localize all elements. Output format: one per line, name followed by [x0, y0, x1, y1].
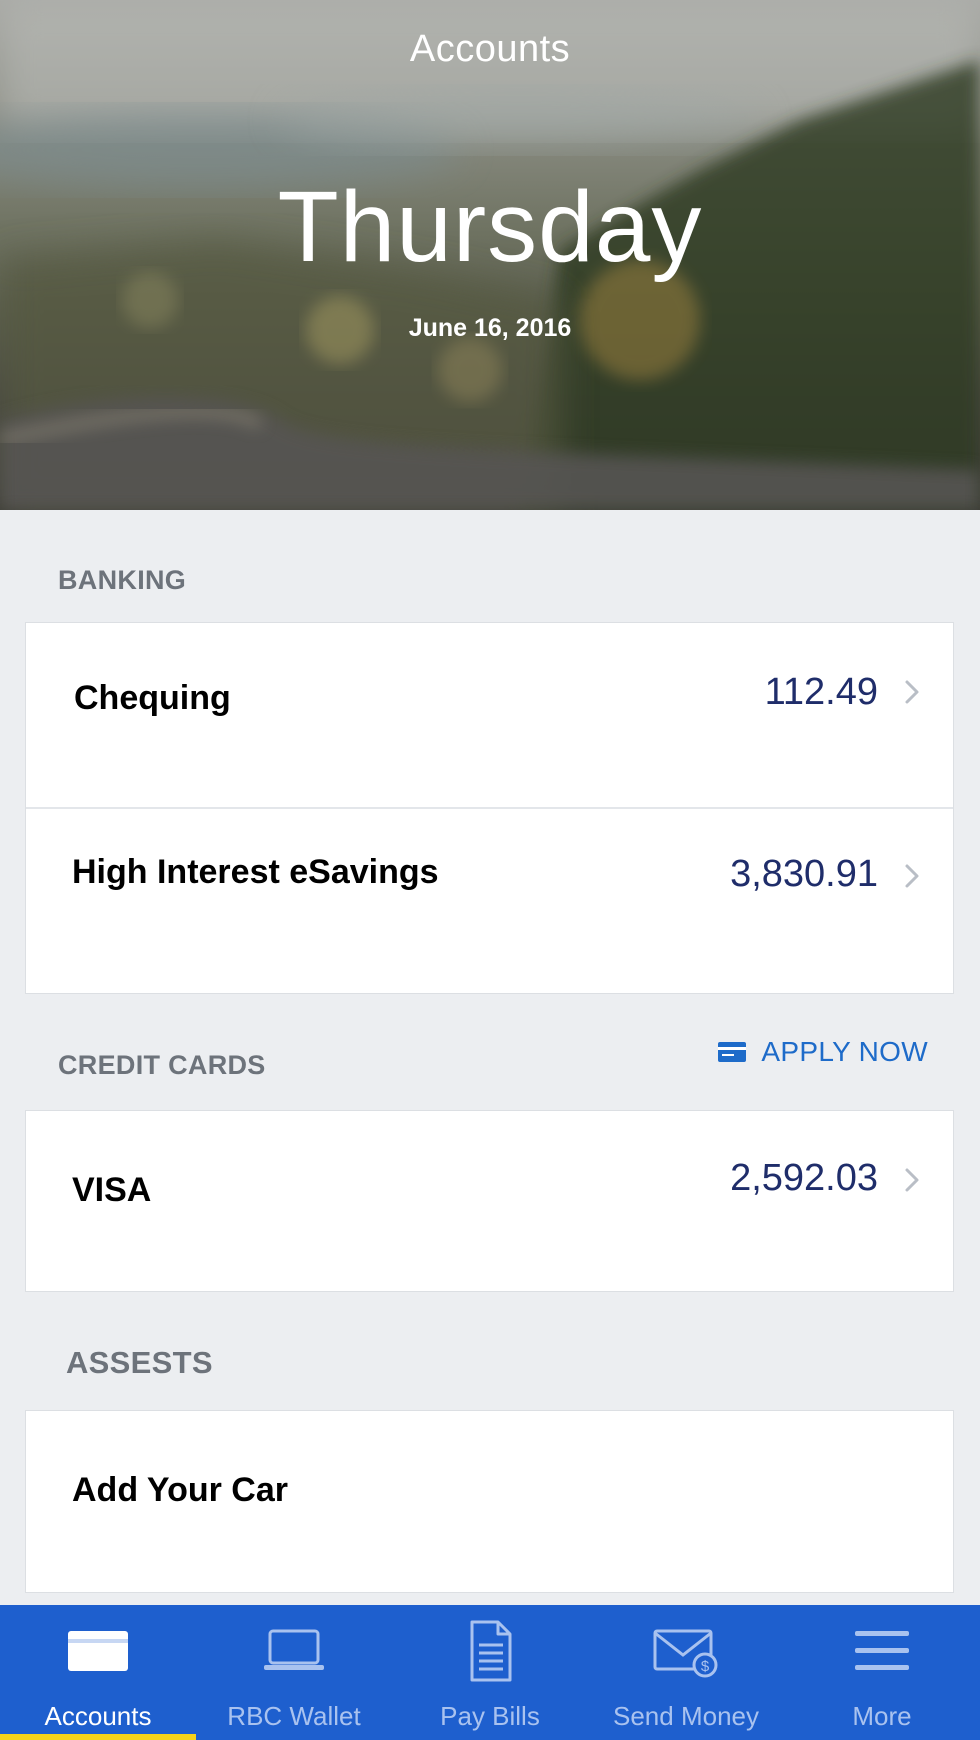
account-balance: 3,830.91 — [730, 853, 878, 895]
credit-cards-section-label: CREDIT CARDS — [58, 1050, 266, 1080]
card-icon — [68, 1631, 128, 1671]
account-balance: 112.49 — [764, 671, 878, 713]
tab-label: Pay Bills — [440, 1701, 540, 1731]
svg-text:$: $ — [701, 1658, 710, 1675]
tab-label: Accounts — [44, 1701, 152, 1731]
header-hero: Accounts Thursday June 16, 2016 — [0, 0, 980, 510]
tab-rbc-wallet[interactable]: RBC Wallet — [196, 1605, 392, 1740]
chevron-right-icon — [905, 680, 919, 704]
tab-send-money[interactable]: $ Send Money — [588, 1605, 784, 1740]
chevron-right-icon — [905, 864, 919, 888]
account-row-visa[interactable]: VISA 2,592.03 — [26, 1111, 953, 1291]
account-balance: 2,592.03 — [730, 1157, 878, 1199]
envelope-money-icon: $ — [653, 1629, 718, 1678]
document-icon — [470, 1620, 512, 1682]
apply-now-button[interactable]: APPLY NOW — [717, 1036, 928, 1068]
active-tab-indicator — [0, 1734, 196, 1740]
weekday-heading: Thursday — [277, 171, 703, 283]
apply-now-label: APPLY NOW — [761, 1036, 928, 1067]
tab-accounts[interactable]: Accounts — [0, 1605, 196, 1740]
credit-card-icon — [718, 1042, 747, 1062]
tab-more[interactable]: More — [784, 1605, 980, 1740]
tab-pay-bills[interactable]: Pay Bills — [392, 1605, 588, 1740]
asset-item-name: Add Your Car — [72, 1471, 288, 1509]
assets-section-label: ASSESTS — [66, 1345, 213, 1380]
assets-card: Add Your Car — [25, 1410, 954, 1593]
banking-card: Chequing 112.49 High Interest eSavings 3… — [25, 622, 954, 994]
credit-cards-card: VISA 2,592.03 — [25, 1110, 954, 1292]
account-row-high-interest-esavings[interactable]: High Interest eSavings 3,830.91 — [26, 809, 953, 993]
account-name: High Interest eSavings — [72, 853, 439, 891]
bottom-tab-bar: Accounts RBC Wallet Pay Bills $ Send Mon… — [0, 1605, 980, 1740]
tab-label: RBC Wallet — [227, 1701, 361, 1731]
account-name: Chequing — [74, 679, 231, 717]
account-row-chequing[interactable]: Chequing 112.49 — [26, 623, 953, 807]
page-title: Accounts — [409, 28, 571, 70]
tab-label: More — [852, 1701, 912, 1731]
account-name: VISA — [72, 1171, 152, 1209]
hamburger-icon — [855, 1631, 909, 1670]
add-your-car-row[interactable]: Add Your Car — [26, 1411, 953, 1592]
date-text: June 16, 2016 — [408, 314, 572, 342]
laptop-icon — [264, 1629, 324, 1670]
tab-label: Send Money — [613, 1701, 759, 1731]
chevron-right-icon — [905, 1168, 919, 1192]
banking-section-label: BANKING — [58, 565, 187, 595]
